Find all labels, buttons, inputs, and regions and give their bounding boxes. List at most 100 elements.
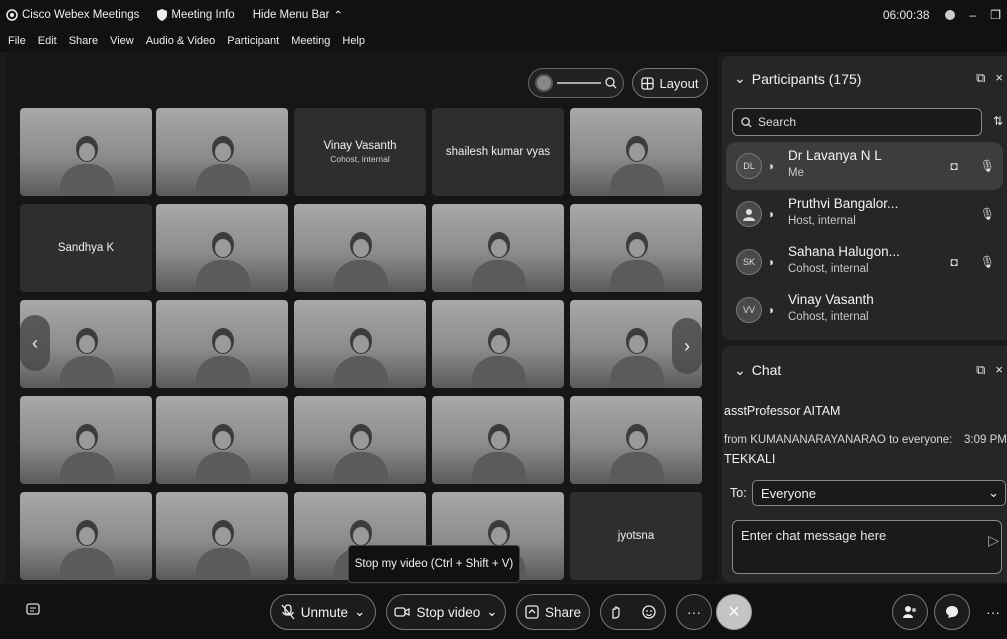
maximize-button[interactable]: ❐ <box>990 8 1001 22</box>
unmute-label: Unmute <box>300 604 348 620</box>
more-options-button[interactable]: ··· <box>676 594 712 630</box>
video-tile[interactable] <box>156 396 288 484</box>
video-tile[interactable] <box>570 108 702 196</box>
chevron-down-icon: ⌄ <box>988 485 999 500</box>
video-tile[interactable] <box>20 492 152 580</box>
mic-muted-icon[interactable]: 🎙︎ <box>980 159 995 173</box>
participant-video <box>192 318 252 388</box>
audio-icon: ◗ <box>768 303 776 317</box>
menu-meeting[interactable]: Meeting <box>291 35 330 47</box>
chevron-down-icon[interactable]: ⌄ <box>734 70 746 87</box>
unmute-button[interactable]: Unmute ⌄ <box>270 594 376 630</box>
video-tile[interactable] <box>156 492 288 580</box>
participant-video <box>56 510 116 580</box>
menu-share[interactable]: Share <box>69 35 98 47</box>
video-tile[interactable] <box>156 204 288 292</box>
people-icon <box>902 605 918 619</box>
video-camera-icon <box>394 606 411 618</box>
participant-row[interactable]: DL ◗ Dr Lavanya N L Me ◘ 🎙︎ <box>726 142 1003 190</box>
hide-menu-bar-button[interactable]: Hide Menu Bar ⌃ <box>253 8 343 22</box>
meeting-info-button[interactable]: Meeting Info <box>157 9 235 21</box>
participants-header[interactable]: ⌄ Participants (175) <box>734 70 861 87</box>
participant-row[interactable]: SK ◗ Sahana Halugon... Cohost, internal … <box>726 238 1003 286</box>
chat-message-input[interactable]: Enter chat message here <box>732 520 1002 574</box>
minimize-button[interactable]: – <box>970 8 977 22</box>
participant-search-input[interactable]: Search <box>732 108 982 136</box>
reactions-emoji-icon[interactable] <box>642 605 656 619</box>
raise-hand-icon[interactable] <box>610 605 622 619</box>
menu-view[interactable]: View <box>110 35 134 47</box>
participant-name: Sahana Halugon... <box>788 244 900 259</box>
video-tile[interactable] <box>570 204 702 292</box>
popout-icon[interactable]: ⧉ <box>976 362 985 378</box>
search-icon <box>741 116 752 128</box>
video-tile[interactable] <box>156 108 288 196</box>
share-button[interactable]: Share <box>516 594 590 630</box>
participant-role: Cohost, internal <box>788 311 869 323</box>
popout-icon[interactable]: ⧉ <box>976 70 985 86</box>
zoom-in-icon[interactable] <box>605 77 617 89</box>
participants-panel-button[interactable] <box>892 594 928 630</box>
video-tile-shailesh[interactable]: shailesh kumar vyas <box>432 108 564 196</box>
close-panel-icon[interactable]: × <box>995 362 1003 378</box>
tile-role: Cohost, internal <box>330 154 390 164</box>
menu-file[interactable]: File <box>8 35 26 47</box>
chat-message-sender: from KUMANANARAYANARAO to everyone: <box>724 434 953 446</box>
participant-video <box>606 318 666 388</box>
chat-panel-button[interactable] <box>934 594 970 630</box>
chat-title: Chat <box>751 362 782 378</box>
layout-button[interactable]: Layout <box>632 68 708 98</box>
video-tile[interactable] <box>20 108 152 196</box>
menu-help[interactable]: Help <box>342 35 365 47</box>
meeting-info-label: Meeting Info <box>171 9 235 21</box>
zoom-slider[interactable] <box>528 68 624 98</box>
leave-meeting-button[interactable]: × <box>716 594 752 630</box>
menu-bar: File Edit Share View Audio & Video Parti… <box>0 30 1007 52</box>
menu-audio-video[interactable]: Audio & Video <box>146 35 216 47</box>
participant-name: Vinay Vasanth <box>788 292 874 307</box>
chevron-down-icon[interactable]: ⌄ <box>486 604 497 620</box>
send-icon[interactable]: ▷ <box>988 532 999 549</box>
video-tile[interactable] <box>432 396 564 484</box>
video-status-icon: ◘ <box>950 159 958 173</box>
menu-edit[interactable]: Edit <box>38 35 57 47</box>
video-tile[interactable] <box>294 300 426 388</box>
sort-icon[interactable]: ⇅ <box>993 114 1003 128</box>
video-tile-vinay-vasanth[interactable]: Vinay Vasanth Cohost, internal <box>294 108 426 196</box>
close-panel-icon[interactable]: × <box>995 70 1003 86</box>
participants-panel: ⌄ Participants (175) ⧉ × Search ⇅ DL ◗ D… <box>722 56 1007 340</box>
mic-muted-icon[interactable]: 🎙︎ <box>980 207 995 221</box>
video-tile[interactable] <box>432 204 564 292</box>
chevron-down-icon[interactable]: ⌄ <box>734 362 746 379</box>
zoom-track[interactable] <box>557 82 601 84</box>
participant-video <box>330 318 390 388</box>
chat-recipient-select[interactable]: Everyone ⌄ <box>752 480 1006 506</box>
chat-header[interactable]: ⌄ Chat <box>734 362 781 379</box>
meeting-timer: 06:00:38 <box>882 8 930 22</box>
participant-row[interactable]: ◗ Pruthvi Bangalor... Host, internal 🎙︎ <box>726 190 1003 238</box>
participant-role: Host, internal <box>788 215 856 227</box>
video-tile-jyotsna[interactable]: jyotsna <box>570 492 702 580</box>
participant-video <box>606 222 666 292</box>
stop-video-button[interactable]: Stop video ⌄ <box>386 594 506 630</box>
video-tile[interactable] <box>432 300 564 388</box>
video-tile[interactable] <box>570 396 702 484</box>
participant-row[interactable]: VV ◗ Vinay Vasanth Cohost, internal <box>726 286 1003 334</box>
captions-icon[interactable] <box>26 602 40 616</box>
video-tile[interactable] <box>156 300 288 388</box>
video-tile[interactable] <box>20 396 152 484</box>
zoom-out-icon[interactable] <box>535 74 553 92</box>
prev-page-button[interactable]: ‹ <box>20 315 50 371</box>
audio-icon: ◗ <box>768 207 776 221</box>
video-tile[interactable] <box>294 396 426 484</box>
menu-participant[interactable]: Participant <box>227 35 279 47</box>
chevron-down-icon[interactable]: ⌄ <box>354 604 365 620</box>
panel-more-icon[interactable]: ··· <box>986 604 1000 620</box>
mic-muted-icon[interactable]: 🎙︎ <box>980 255 995 269</box>
video-tile[interactable] <box>294 204 426 292</box>
video-tile-sandhya[interactable]: Sandhya K <box>20 204 152 292</box>
participant-video <box>192 414 252 484</box>
participant-video <box>468 318 528 388</box>
next-page-button[interactable]: › <box>672 318 702 374</box>
participant-video <box>56 414 116 484</box>
